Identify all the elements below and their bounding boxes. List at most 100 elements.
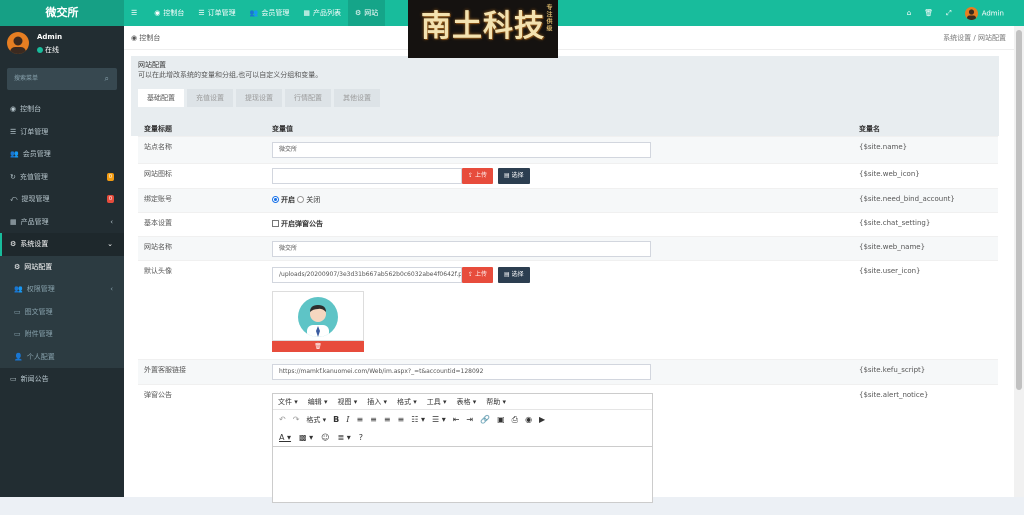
sidebar-item-withdraw[interactable]: ⤺ 提现管理 0 <box>0 188 124 211</box>
sidebar-item-recharge[interactable]: ↻ 充值管理 0 <box>0 166 124 189</box>
avatar-path-input[interactable]: /uploads/20200907/3e3d31b667ab562b0c6032… <box>272 267 462 283</box>
align-justify-icon[interactable]: ≡ <box>398 415 405 424</box>
dashboard-icon: ◉ <box>10 105 17 113</box>
align-right-icon[interactable]: ≡ <box>384 415 391 424</box>
editor-menu-file[interactable]: 文件 ▾ <box>278 397 298 407</box>
online-dot-icon <box>37 47 43 53</box>
table-row: 默认头像 /uploads/20200907/3e3d31b667ab562b0… <box>138 261 998 360</box>
upload-button[interactable]: ⇪ 上传 <box>462 168 493 184</box>
breadcrumb-home[interactable]: 控制台 <box>139 34 160 42</box>
sidebar-item-profile[interactable]: 👤 个人配置 <box>0 345 124 368</box>
editor-menu-view[interactable]: 视图 ▾ <box>338 397 358 407</box>
delete-image-button[interactable]: 🗑 <box>272 341 364 352</box>
link-icon[interactable]: 🔗 <box>480 415 490 424</box>
align-center-icon[interactable]: ≡ <box>370 415 377 424</box>
editor-menu-insert[interactable]: 插入 ▾ <box>367 397 387 407</box>
outdent-icon[interactable]: ⇤ <box>453 415 460 424</box>
sidebar-item-attachments[interactable]: ▭ 附件管理 <box>0 323 124 346</box>
page-scrollbar[interactable] <box>1014 26 1024 497</box>
gear-icon: ⚙ <box>10 240 17 248</box>
product-icon: ▦ <box>10 217 17 226</box>
alert-notice-checkbox[interactable]: 开启弹窗公告 <box>272 219 323 229</box>
text-color-icon[interactable]: A ▾ <box>279 433 291 442</box>
editor-menu-table[interactable]: 表格 ▾ <box>457 397 477 407</box>
search-icon[interactable]: ⌕ <box>105 68 109 90</box>
tab-market[interactable]: 行情配置 <box>285 89 331 107</box>
sidebar-item-permissions[interactable]: 👥 权限管理 ‹ <box>0 278 124 301</box>
sidebar-item-news[interactable]: ▭ 新闻公告 <box>0 368 124 391</box>
upload-button[interactable]: ⇪ 上传 <box>462 267 493 283</box>
editor-menu-edit[interactable]: 编辑 ▾ <box>308 397 328 407</box>
header-value: 变量值 <box>272 125 293 133</box>
withdraw-badge: 0 <box>106 195 114 203</box>
user-menu[interactable]: Admin <box>964 6 1004 20</box>
topnav-orders[interactable]: ☰ 订单管理 <box>191 0 242 26</box>
table-row: 弹窗公告 文件 ▾ 编辑 ▾ 视图 ▾ 插入 ▾ 格式 ▾ 工具 ▾ 表格 ▾ … <box>138 385 998 515</box>
format-dropdown[interactable]: 格式 ▾ <box>306 415 326 425</box>
background-color-icon[interactable]: ▩ ▾ <box>299 433 313 442</box>
editor-menu-help[interactable]: 帮助 ▾ <box>486 397 506 407</box>
trash-icon[interactable]: 🗑 <box>924 9 933 17</box>
editor-menu-tools[interactable]: 工具 ▾ <box>427 397 447 407</box>
tab-other[interactable]: 其他设置 <box>334 89 380 107</box>
menu-toggle-icon: ☰ <box>131 9 138 17</box>
tab-recharge[interactable]: 充值设置 <box>187 89 233 107</box>
radio-off[interactable]: 关闭 <box>297 196 320 204</box>
sidebar-item-orders[interactable]: ☰ 订单管理 <box>0 121 124 144</box>
bold-icon[interactable]: B <box>333 415 339 424</box>
sidebar-item-articles[interactable]: ▭ 图文管理 <box>0 300 124 323</box>
web-icon-input[interactable] <box>272 168 462 184</box>
chevron-left-icon: ‹ <box>110 217 113 226</box>
help-icon[interactable]: ? <box>359 433 363 442</box>
sidebar-search-input[interactable]: 搜索菜单 ⌕ <box>7 68 117 90</box>
italic-icon[interactable]: I <box>346 415 349 424</box>
clear-format-icon[interactable]: ≣ ▾ <box>338 433 351 442</box>
table-header: 变量标题 变量值 变量名 <box>138 122 998 137</box>
sidebar-item-system[interactable]: ⚙ 系统设置 ⌄ <box>0 233 124 256</box>
undo-icon[interactable]: ↶ <box>279 415 286 424</box>
media-icon[interactable]: ▶ <box>539 415 545 424</box>
editor-menu-format[interactable]: 格式 ▾ <box>397 397 417 407</box>
avatar <box>7 32 29 54</box>
sidebar: Admin 在线 搜索菜单 ⌕ ◉ 控制台 ☰ 订单管理 👥 会员管理 ↻ 充值管理 0 ⤺… <box>0 26 124 497</box>
fullscreen-icon[interactable]: ⤢ <box>946 9 952 18</box>
user-name: Admin <box>37 33 63 41</box>
align-left-icon[interactable]: ≡ <box>356 415 363 424</box>
editor-menubar: 文件 ▾ 编辑 ▾ 视图 ▾ 插入 ▾ 格式 ▾ 工具 ▾ 表格 ▾ 帮助 ▾ <box>273 394 652 410</box>
tab-withdraw[interactable]: 提现设置 <box>236 89 282 107</box>
config-table: 变量标题 变量值 变量名 站点名称 微交所 {$site.name} 网站图标 … <box>138 122 998 515</box>
home-icon[interactable]: ⌂ <box>907 9 911 17</box>
sidebar-item-site-config[interactable]: ⚙ 网站配置 <box>0 255 124 278</box>
select-button[interactable]: ▤ 选择 <box>498 168 530 184</box>
gear-icon: ⚙ <box>14 262 21 271</box>
sidebar-item-members[interactable]: 👥 会员管理 <box>0 143 124 166</box>
tab-basic[interactable]: 基础配置 <box>138 89 184 107</box>
menu-toggle-button[interactable]: ☰ <box>124 0 147 26</box>
numbered-list-icon[interactable]: ☰ ▾ <box>432 415 446 424</box>
article-icon: ▭ <box>14 307 21 316</box>
topnav-site[interactable]: ⚙ 网站 <box>348 0 386 26</box>
bullet-list-icon[interactable]: ☷ ▾ <box>411 415 425 424</box>
site-name-input[interactable]: 微交所 <box>272 142 651 158</box>
print-icon[interactable]: ⎙ <box>512 415 518 425</box>
brand-logo[interactable]: 微交所 <box>0 0 124 26</box>
topnav-products[interactable]: ▦ 产品列表 <box>296 0 348 26</box>
topnav-members[interactable]: 👥 会员管理 <box>243 0 297 26</box>
rich-text-editor[interactable]: 文件 ▾ 编辑 ▾ 视图 ▾ 插入 ▾ 格式 ▾ 工具 ▾ 表格 ▾ 帮助 ▾ … <box>272 393 653 503</box>
sidebar-item-products[interactable]: ▦ 产品管理 ‹ <box>0 211 124 234</box>
radio-on[interactable]: 开启 <box>272 196 295 204</box>
preview-icon[interactable]: ◉ <box>525 415 532 424</box>
redo-icon[interactable]: ↷ <box>293 415 300 424</box>
select-button[interactable]: ▤ 选择 <box>498 267 530 283</box>
indent-icon[interactable]: ⇥ <box>466 415 473 424</box>
emoticons-icon[interactable]: ☺ <box>321 433 329 442</box>
user-panel: Admin 在线 <box>0 26 124 60</box>
scrollbar-thumb[interactable] <box>1016 30 1022 390</box>
image-icon[interactable]: ▣ <box>497 415 505 424</box>
kefu-link-input[interactable]: https://mamkf.kanuomei.com/Web/im.aspx?_… <box>272 364 651 380</box>
list-icon: ☰ <box>10 127 17 136</box>
topnav-dashboard[interactable]: ◉ 控制台 <box>147 0 191 26</box>
web-name-input[interactable]: 微交所 <box>272 241 651 257</box>
sidebar-item-dashboard[interactable]: ◉ 控制台 <box>0 98 124 121</box>
table-row: 站点名称 微交所 {$site.name} <box>138 137 998 164</box>
